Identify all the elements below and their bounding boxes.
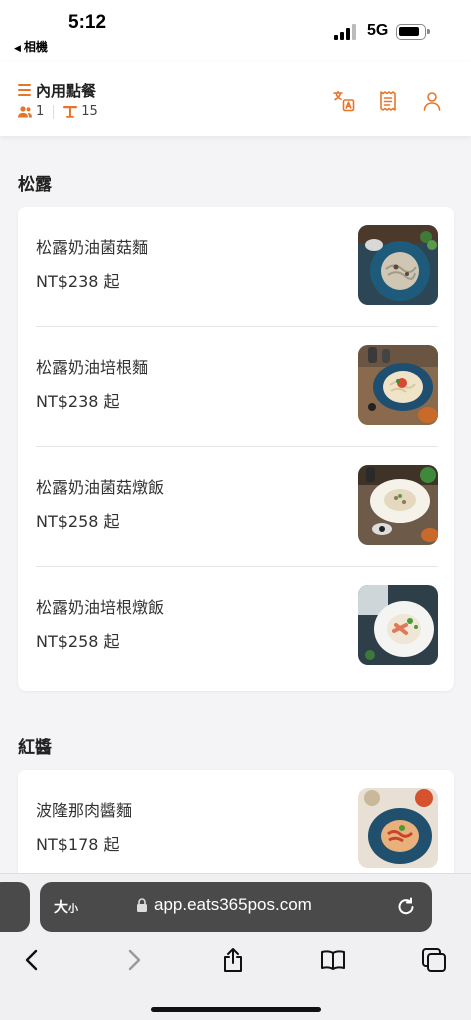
item-name: 松露奶油菌菇麵 — [36, 238, 149, 257]
table-icon — [63, 105, 78, 118]
item-photo — [358, 788, 438, 868]
order-mode-title[interactable]: 內用點餐 — [36, 80, 96, 101]
address-bar[interactable]: 大小 app.eats365pos.com — [40, 882, 432, 932]
guest-count: 1 — [36, 104, 45, 119]
back-triangle-icon: ◀ — [14, 44, 21, 54]
translate-icon[interactable] — [332, 89, 356, 113]
menu-item[interactable]: 松露奶油培根燉飯 NT$258 起 — [36, 567, 438, 687]
menu-item[interactable]: 松露奶油培根麵 NT$238 起 — [36, 327, 438, 447]
item-name: 松露奶油菌菇燉飯 — [36, 478, 165, 497]
tabs-icon[interactable] — [420, 946, 448, 974]
section-title-truffle: 松露 — [18, 175, 52, 195]
url-text: app.eats365pos.com — [154, 895, 312, 914]
previous-tab-preview[interactable] — [0, 882, 30, 932]
item-name: 松露奶油培根麵 — [36, 358, 149, 377]
menu-item[interactable]: 松露奶油菌菇麵 NT$238 起 — [36, 207, 438, 327]
item-name: 松露奶油培根燉飯 — [36, 598, 165, 617]
item-price: NT$238 起 — [36, 272, 120, 291]
item-name: 波隆那肉醬麵 — [36, 801, 133, 820]
lock-icon — [136, 897, 148, 917]
section-card-truffle: 松露奶油菌菇麵 NT$238 起 松露奶油培根麵 NT$238 起 松露奶油菌菇… — [18, 207, 454, 691]
section-card-red-sauce: 波隆那肉醬麵 NT$178 起 — [18, 770, 454, 873]
menu-icon[interactable] — [18, 84, 31, 96]
network-label: 5G — [367, 22, 389, 39]
table-number: 15 — [81, 104, 98, 119]
forward-icon[interactable] — [120, 946, 148, 974]
browser-toolbar: 大小 app.eats365pos.com — [0, 873, 471, 1020]
bookmarks-icon[interactable] — [319, 946, 347, 974]
app-header: 內用點餐 1 15 — [0, 62, 471, 136]
share-icon[interactable] — [219, 946, 247, 974]
order-meta: 1 15 — [18, 104, 98, 119]
item-price: NT$258 起 — [36, 632, 120, 651]
text-size-button[interactable]: 大小 — [54, 897, 78, 917]
text-size-small: 小 — [68, 904, 78, 915]
back-icon[interactable] — [18, 946, 46, 974]
signal-icon — [334, 24, 358, 40]
receipt-icon[interactable] — [376, 89, 400, 113]
status-time: 5:12 — [68, 12, 107, 33]
section-title-red-sauce: 紅醬 — [18, 738, 52, 758]
home-indicator[interactable] — [151, 1007, 321, 1012]
item-price: NT$258 起 — [36, 512, 120, 531]
status-bar: 5:12 ◀ 相機 5G — [0, 0, 471, 62]
people-icon — [18, 105, 32, 118]
menu-content[interactable]: 松露 松露奶油菌菇麵 NT$238 起 松露奶油培根麵 NT$238 起 松露奶… — [0, 136, 471, 873]
back-app-label: 相機 — [23, 40, 48, 54]
reload-icon[interactable] — [396, 895, 416, 921]
back-to-app-link[interactable]: ◀ 相機 — [14, 38, 48, 55]
item-price: NT$178 起 — [36, 835, 120, 854]
menu-item[interactable]: 松露奶油菌菇燉飯 NT$258 起 — [36, 447, 438, 567]
user-icon[interactable] — [420, 89, 444, 113]
meta-divider — [53, 104, 55, 119]
item-photo — [358, 225, 438, 305]
item-price: NT$238 起 — [36, 392, 120, 411]
menu-item[interactable]: 波隆那肉醬麵 NT$178 起 — [36, 770, 438, 873]
text-size-large: 大 — [54, 900, 68, 916]
item-photo — [358, 345, 438, 425]
item-photo — [358, 585, 438, 665]
battery-icon — [396, 24, 430, 40]
item-photo — [358, 465, 438, 545]
